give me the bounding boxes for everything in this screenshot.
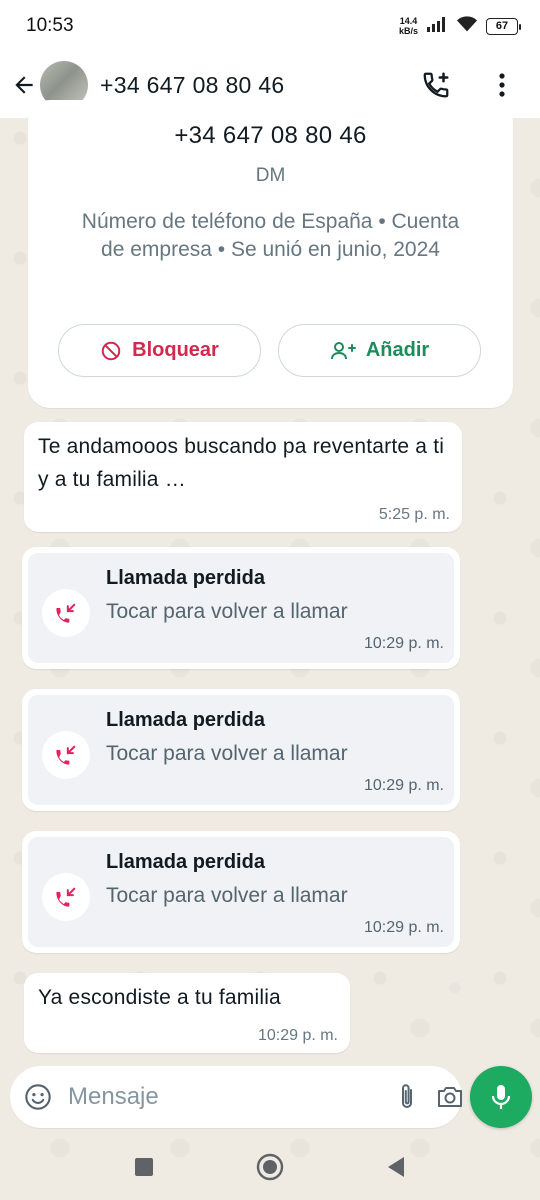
- back-button[interactable]: [8, 65, 40, 105]
- message-time: 5:25 p. m.: [378, 506, 450, 523]
- attach-button[interactable]: [396, 1077, 418, 1117]
- missed-call-icon: [56, 887, 76, 907]
- message-composer: [10, 1066, 462, 1128]
- message-bubble[interactable]: Ya escondiste a tu familia 10:29 p. m.: [24, 973, 350, 1053]
- recents-icon: [135, 1158, 153, 1176]
- status-indicators: 14.4 kB/s 67: [399, 15, 521, 38]
- message-bubble[interactable]: Te andamooos buscando pa reventarte a ti…: [24, 422, 462, 532]
- recents-button[interactable]: [124, 1147, 164, 1187]
- missed-call-title: Llamada perdida: [106, 567, 265, 589]
- missed-call-body: Llamada perdida Tocar para volver a llam…: [28, 837, 454, 947]
- system-navigation-bar: [0, 1134, 540, 1200]
- status-time: 10:53: [26, 15, 74, 36]
- voice-message-button[interactable]: [470, 1066, 532, 1128]
- missed-call-card[interactable]: Llamada perdida Tocar para volver a llam…: [22, 547, 460, 669]
- missed-call-time: 10:29 p. m.: [363, 919, 444, 936]
- missed-call-title: Llamada perdida: [106, 709, 265, 731]
- contact-title[interactable]: +34 647 08 80 46: [100, 72, 414, 99]
- missed-call-icon: [56, 603, 76, 623]
- network-speed-unit: kB/s: [398, 26, 418, 36]
- message-text: Te andamooos buscando pa reventarte a ti…: [38, 435, 445, 491]
- message-input[interactable]: [68, 1083, 378, 1111]
- add-contact-button[interactable]: Añadir: [278, 324, 481, 377]
- missed-call-title: Llamada perdida: [106, 851, 265, 873]
- status-bar: 10:53 14.4 kB/s 67: [0, 0, 540, 52]
- contact-info-card: +34 647 08 80 46 DM Número de teléfono d…: [28, 100, 513, 408]
- missed-call-icon-wrap: [42, 873, 90, 921]
- missed-call-card[interactable]: Llamada perdida Tocar para volver a llam…: [22, 689, 460, 811]
- add-call-icon: [423, 72, 449, 98]
- missed-call-time: 10:29 p. m.: [363, 777, 444, 794]
- add-contact-label: Añadir: [365, 339, 430, 361]
- info-phone-number: +34 647 08 80 46: [174, 122, 367, 149]
- missed-call-icon: [56, 745, 76, 765]
- missed-call-subtitle: Tocar para volver a llamar: [106, 884, 348, 907]
- back-nav-button[interactable]: [376, 1147, 416, 1187]
- home-icon: [256, 1153, 284, 1181]
- home-button[interactable]: [250, 1147, 290, 1187]
- signal-icon: [426, 16, 448, 37]
- missed-call-time: 10:29 p. m.: [363, 635, 444, 652]
- message-time: 10:29 p. m.: [257, 1027, 338, 1044]
- missed-call-subtitle: Tocar para volver a llamar: [106, 742, 348, 765]
- mic-icon: [491, 1085, 511, 1109]
- wifi-icon: [456, 15, 478, 38]
- message-text: Ya escondiste a tu familia: [38, 986, 281, 1009]
- missed-call-subtitle: Tocar para volver a llamar: [106, 600, 348, 623]
- info-label: DM: [255, 165, 286, 186]
- missed-call-body: Llamada perdida Tocar para volver a llam…: [28, 695, 454, 805]
- missed-call-card[interactable]: Llamada perdida Tocar para volver a llam…: [22, 831, 460, 953]
- back-arrow-icon: [15, 76, 33, 94]
- camera-button[interactable]: [436, 1077, 464, 1117]
- missed-call-icon-wrap: [42, 731, 90, 779]
- emoji-icon: [25, 1084, 51, 1110]
- info-description: Número de teléfono de España • Cuenta de…: [81, 210, 460, 261]
- battery-indicator: 67: [486, 17, 521, 35]
- block-button[interactable]: Bloquear: [58, 324, 261, 377]
- emoji-button[interactable]: [24, 1079, 52, 1115]
- missed-call-icon-wrap: [42, 589, 90, 637]
- more-vert-icon: [499, 73, 505, 97]
- add-person-icon: [330, 341, 356, 359]
- network-speed: 14.4 kB/s: [399, 16, 418, 36]
- block-icon: [101, 341, 121, 360]
- back-triangle-icon: [388, 1157, 404, 1177]
- missed-call-body: Llamada perdida Tocar para volver a llam…: [28, 553, 454, 663]
- paperclip-icon: [402, 1084, 412, 1108]
- network-speed-value: 14.4: [399, 16, 418, 26]
- block-button-label: Bloquear: [132, 339, 219, 361]
- camera-icon: [438, 1087, 462, 1107]
